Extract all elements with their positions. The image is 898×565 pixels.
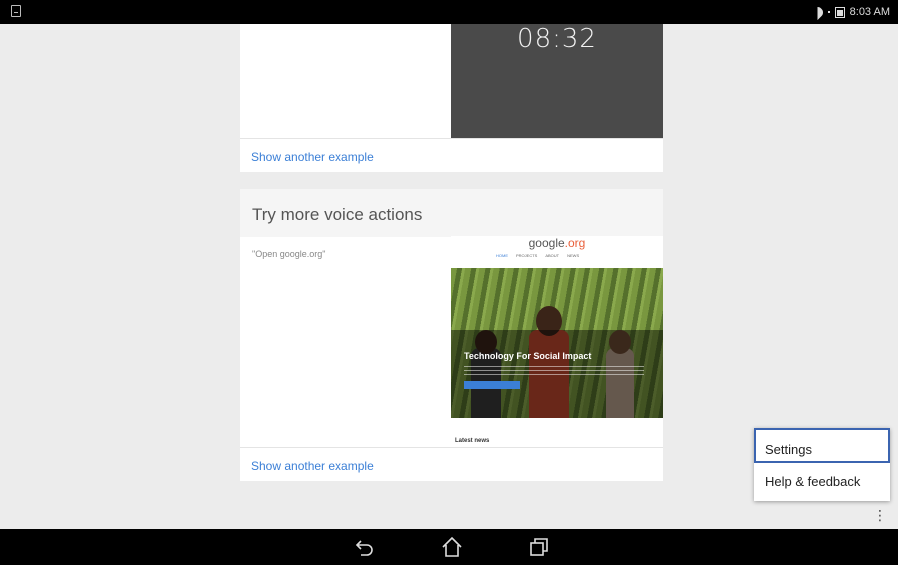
clock-time: 08:32: [517, 24, 597, 54]
wifi-icon: [812, 7, 823, 17]
card-header: Try more voice actions: [240, 189, 663, 237]
preview-nav-item: PROJECTS: [516, 253, 538, 258]
signal-icon: [827, 11, 830, 13]
website-preview-image: google.org HOME PROJECTS ABOUT NEWS Tech…: [451, 236, 663, 446]
home-icon[interactable]: [440, 535, 464, 559]
voice-actions-card: Try more voice actions "Open google.org"…: [240, 189, 663, 481]
show-another-example-link[interactable]: Show another example: [251, 150, 374, 164]
clock-preview-image: 08:32: [451, 24, 663, 138]
example-command: "Open google.org": [252, 249, 326, 259]
more-vert-icon[interactable]: ⋮: [873, 508, 887, 522]
preview-hero-photo: Technology For Social Impact: [451, 268, 663, 418]
notification-icon: [11, 5, 21, 17]
overflow-menu: Settings Help & feedback: [754, 428, 890, 501]
preview-nav: HOME PROJECTS ABOUT NEWS: [496, 253, 579, 258]
preview-hero-text: [464, 366, 644, 376]
battery-icon: [834, 6, 845, 18]
status-indicators: 8:03 AM: [812, 6, 890, 18]
card-title: Try more voice actions: [252, 205, 423, 224]
divider: [240, 447, 663, 448]
google-org-logo: google.org: [528, 236, 586, 250]
show-another-example-link[interactable]: Show another example: [251, 459, 374, 473]
preview-nav-item: NEWS: [567, 253, 580, 258]
preview-nav-item: HOME: [496, 253, 508, 258]
menu-item-settings[interactable]: Settings: [754, 428, 890, 463]
recents-icon[interactable]: [527, 535, 551, 559]
status-time: 8:03 AM: [849, 6, 890, 18]
preview-nav-item: ABOUT: [545, 253, 560, 258]
divider: [240, 138, 663, 139]
preview-footer-heading: Latest news: [455, 438, 490, 444]
back-icon[interactable]: [353, 535, 377, 559]
example-card: 08:32 Show another example: [240, 24, 663, 172]
status-bar: 8:03 AM: [0, 0, 898, 24]
navigation-bar: [0, 529, 898, 565]
preview-hero-title: Technology For Social Impact: [464, 351, 592, 361]
menu-item-help-feedback[interactable]: Help & feedback: [754, 465, 890, 500]
preview-hero-button: [464, 381, 520, 389]
